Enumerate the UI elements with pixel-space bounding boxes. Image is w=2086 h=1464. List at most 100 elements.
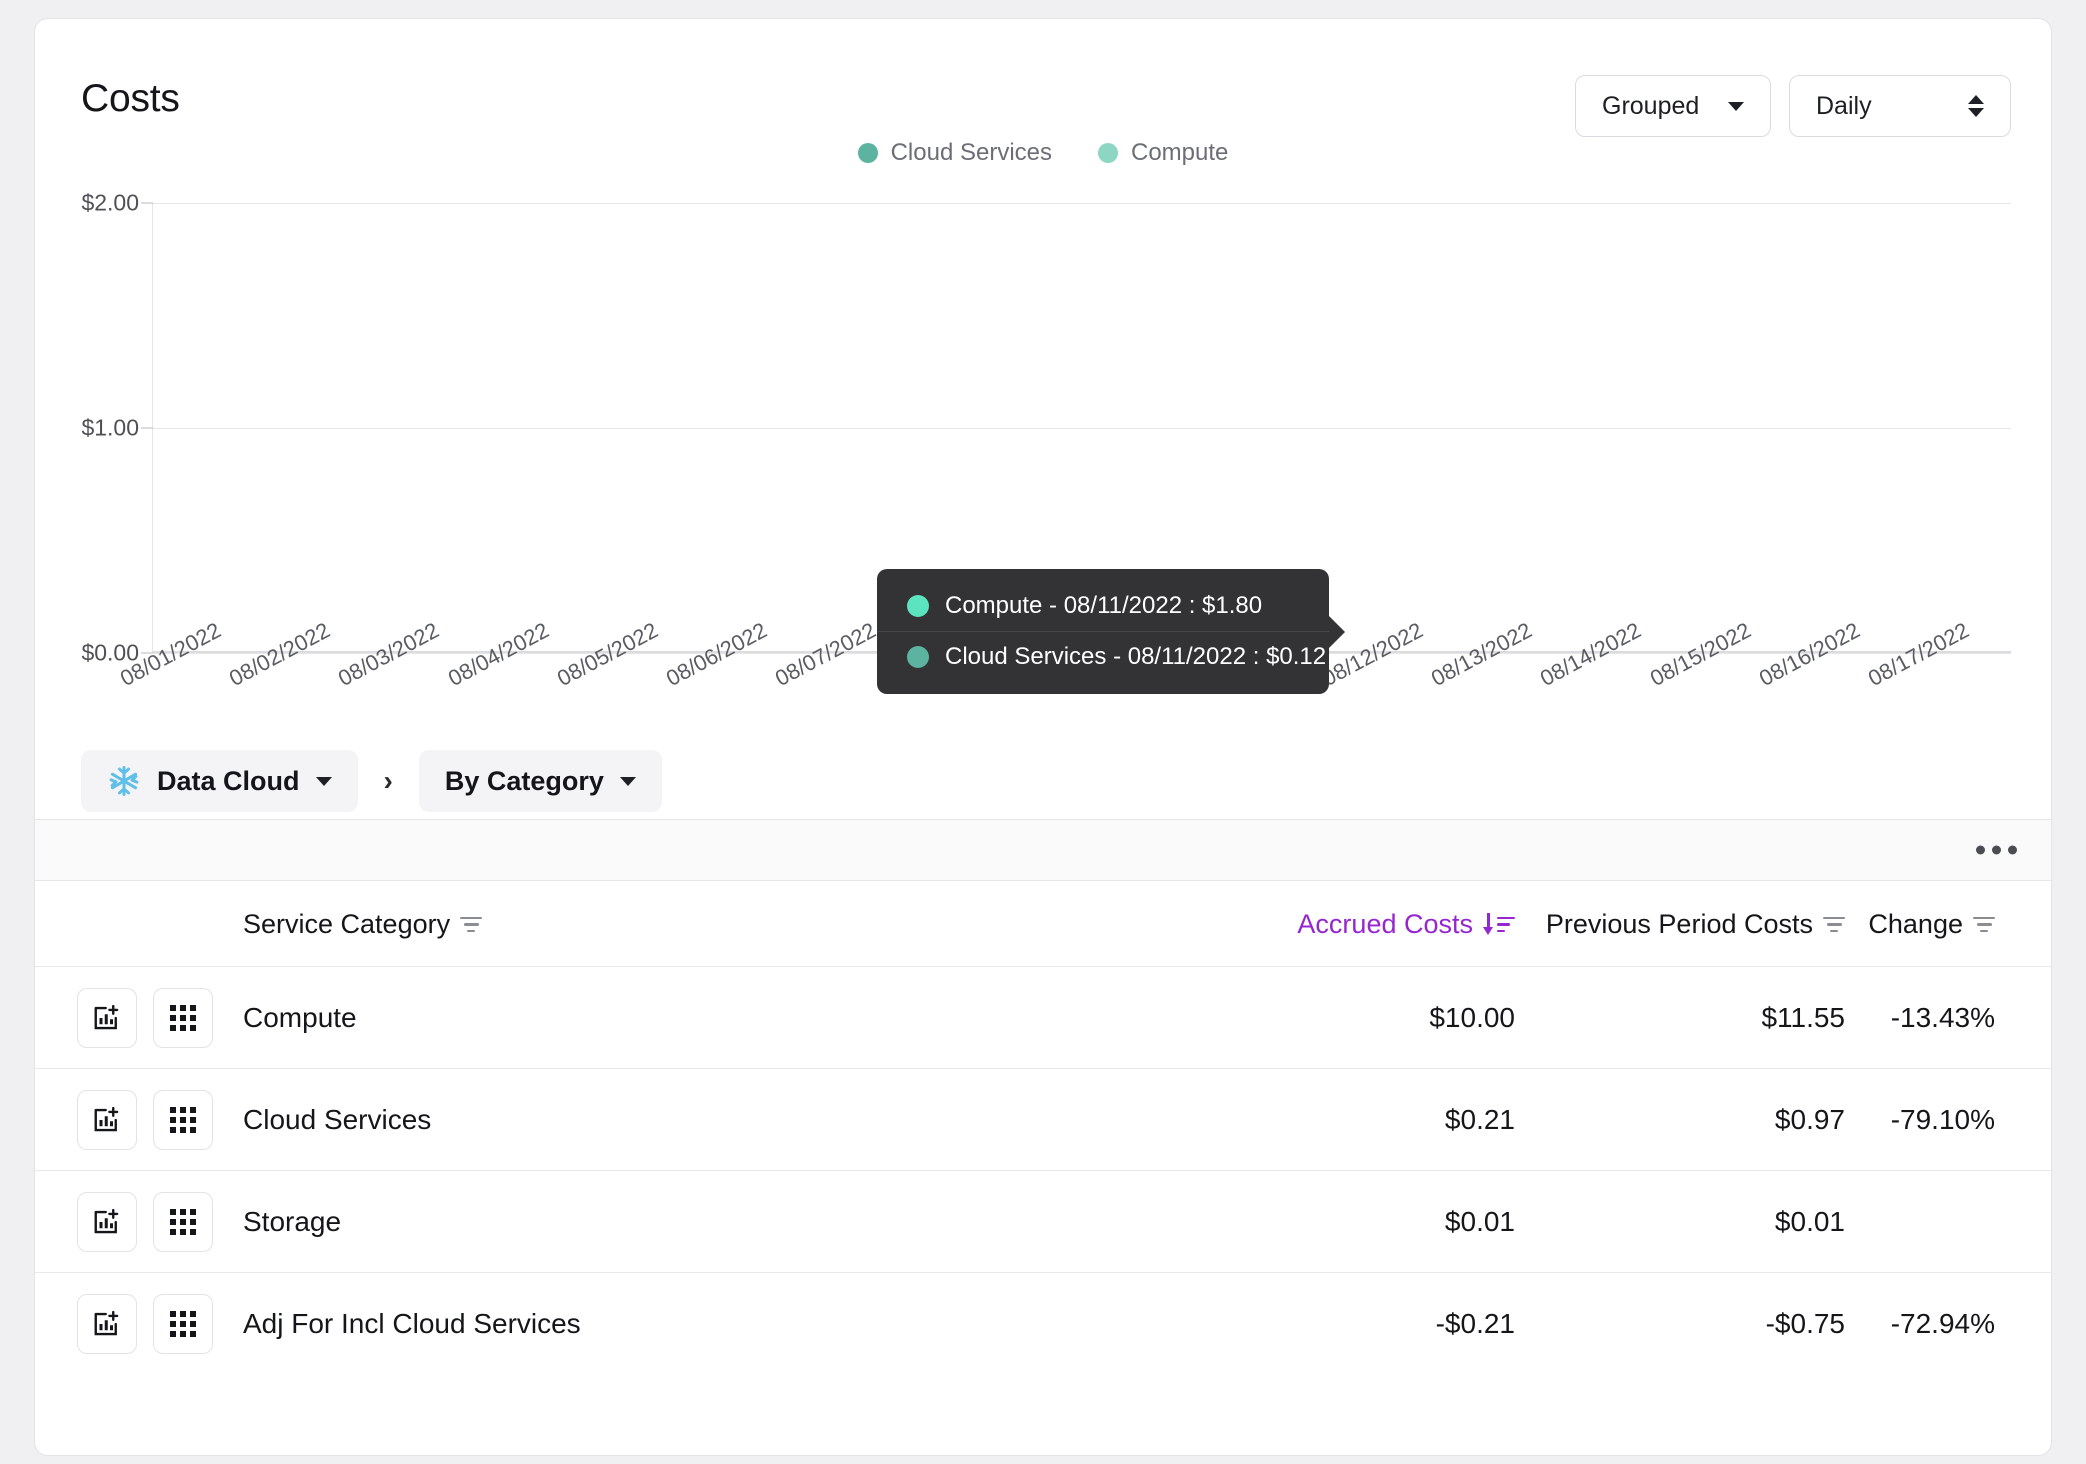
filter-icon[interactable] (1823, 916, 1845, 933)
add-chart-glyph (94, 1106, 119, 1131)
column-header-accrued-costs[interactable]: Accrued Costs (1281, 881, 1531, 967)
bar-chart[interactable]: $0.00 $1.00 $2.00 08/01/2022 08/02/2022 08/0… (35, 189, 2051, 729)
row-actions (35, 1069, 235, 1171)
legend-label: Compute (1131, 139, 1229, 166)
cell-accrued-costs: $0.21 (1444, 1103, 1515, 1135)
add-chart-icon[interactable] (77, 987, 137, 1048)
cell-change (1861, 1171, 2051, 1273)
bar-column[interactable] (153, 203, 262, 653)
sort-descending-icon[interactable] (1483, 912, 1515, 937)
column-label: Accrued Costs (1297, 909, 1473, 939)
grid-view-glyph (170, 1208, 196, 1235)
card-header: Costs Grouped Daily (35, 19, 2051, 137)
row-actions (35, 1171, 235, 1273)
tooltip-text: Cloud Services - 08/11/2022 : $0.12 (945, 643, 1327, 670)
grouped-label: Grouped (1602, 91, 1700, 120)
breadcrumb-label: By Category (444, 765, 604, 796)
tooltip-color-swatch (907, 646, 929, 668)
column-label: Service Category (243, 909, 451, 939)
bar-column[interactable] (1792, 203, 1901, 653)
add-chart-icon[interactable] (77, 1293, 137, 1354)
table-row[interactable]: Adj For Incl Cloud Services -$0.21 -$0.75 -… (35, 1272, 2051, 1375)
tooltip-row: Cloud Services - 08/11/2022 : $0.12 (877, 631, 1329, 682)
table-row[interactable]: Storage $0.01 $0.01 (35, 1170, 2051, 1273)
grid-view-icon[interactable] (153, 1089, 213, 1150)
cell-accrued-costs: $10.00 (1429, 1001, 1515, 1033)
costs-table: Service Category Accrued Costs Previous … (35, 881, 2051, 1375)
cell-service-category: Cloud Services (243, 1103, 432, 1135)
page-title: Costs (81, 77, 180, 120)
filter-icon[interactable] (460, 916, 483, 933)
grouped-dropdown[interactable]: Grouped (1575, 75, 1771, 137)
column-header-previous-period-costs[interactable]: Previous Period Costs (1531, 881, 1861, 967)
cell-previous-period-costs: $0.01 (1774, 1205, 1845, 1237)
header-controls: Grouped Daily (1575, 75, 2011, 137)
add-chart-icon[interactable] (77, 1191, 137, 1252)
y-axis-tick-label: $1.00 (81, 414, 139, 441)
bar-column[interactable] (372, 203, 481, 653)
legend-label: Cloud Services (890, 139, 1052, 166)
column-label: Change (1868, 909, 1963, 939)
filter-icon[interactable] (1973, 916, 1995, 933)
tooltip-arrow-icon (1329, 615, 1345, 648)
bar-column[interactable] (1574, 203, 1683, 653)
grid-view-icon[interactable] (153, 1191, 213, 1252)
chevron-down-icon (619, 776, 636, 786)
bar-column[interactable] (1683, 203, 1792, 653)
legend-item-cloud-services[interactable]: Cloud Services (857, 139, 1052, 167)
breadcrumb: Data Cloud › By Category (35, 743, 2051, 819)
grid-view-icon[interactable] (153, 1293, 213, 1354)
grid-view-glyph (170, 1004, 196, 1031)
y-axis-tick-mark (141, 202, 153, 204)
y-axis-tick-mark (141, 427, 153, 429)
column-label: Previous Period Costs (1545, 909, 1813, 939)
breadcrumb-separator-icon: › (383, 765, 393, 796)
bar-column[interactable] (699, 203, 808, 653)
table-header-row: Service Category Accrued Costs Previous … (35, 881, 2051, 967)
overflow-menu-icon[interactable] (1968, 838, 2025, 863)
table-row[interactable]: Cloud Services $0.21 $0.97 -79.10% (35, 1068, 2051, 1171)
column-header-service-category[interactable]: Service Category (235, 881, 1281, 967)
add-chart-icon[interactable] (77, 1089, 137, 1150)
chevron-down-icon (1728, 101, 1744, 111)
up-down-chevron-icon (1968, 95, 1984, 117)
bar-column[interactable] (1355, 203, 1464, 653)
snowflake-icon (109, 766, 139, 796)
add-chart-glyph (94, 1310, 119, 1335)
costs-card: Costs Grouped Daily Cloud Services Compu… (34, 18, 2052, 1456)
cell-service-category: Adj For Incl Cloud Services (243, 1307, 581, 1339)
granularity-label: Daily (1816, 91, 1872, 120)
tooltip-text: Compute - 08/11/2022 : $1.80 (945, 592, 1263, 619)
chevron-down-icon (315, 776, 332, 786)
legend-color-swatch (857, 143, 878, 163)
tooltip-row: Compute - 08/11/2022 : $1.80 (877, 581, 1329, 631)
column-header-actions (35, 881, 235, 967)
cell-service-category: Storage (243, 1205, 342, 1237)
chart-legend: Cloud Services Compute (35, 139, 2051, 167)
cell-accrued-costs: $0.01 (1444, 1205, 1515, 1237)
table-header: Service Category Accrued Costs Previous … (35, 881, 2051, 967)
column-header-change[interactable]: Change (1861, 881, 2051, 967)
table-row[interactable]: Compute $10.00 $11.55 -13.43% (35, 966, 2051, 1069)
row-actions (35, 967, 235, 1069)
granularity-select[interactable]: Daily (1789, 75, 2011, 137)
bar-column[interactable] (1465, 203, 1574, 653)
bar-column[interactable] (262, 203, 371, 653)
table-body: Compute $10.00 $11.55 -13.43% Cloud Services… (35, 966, 2051, 1375)
breadcrumb-item-by-category[interactable]: By Category (418, 750, 662, 812)
legend-item-compute[interactable]: Compute (1098, 139, 1228, 167)
cell-service-category: Compute (243, 1001, 357, 1033)
breadcrumb-item-data-cloud[interactable]: Data Cloud (81, 750, 358, 812)
bar-column[interactable] (481, 203, 590, 653)
chart-tooltip: Compute - 08/11/2022 : $1.80 Cloud Servi… (877, 569, 1345, 694)
cell-accrued-costs: -$0.21 (1435, 1307, 1515, 1339)
grid-view-glyph (170, 1106, 196, 1133)
breadcrumb-label: Data Cloud (157, 765, 300, 796)
bar-column[interactable] (1902, 203, 2011, 653)
cell-previous-period-costs: $11.55 (1761, 1001, 1845, 1033)
grid-view-icon[interactable] (153, 987, 213, 1048)
bar-column[interactable] (590, 203, 699, 653)
cell-change: -72.94% (1890, 1307, 1995, 1339)
row-actions (35, 1273, 235, 1375)
table-toolbar (35, 819, 2051, 881)
